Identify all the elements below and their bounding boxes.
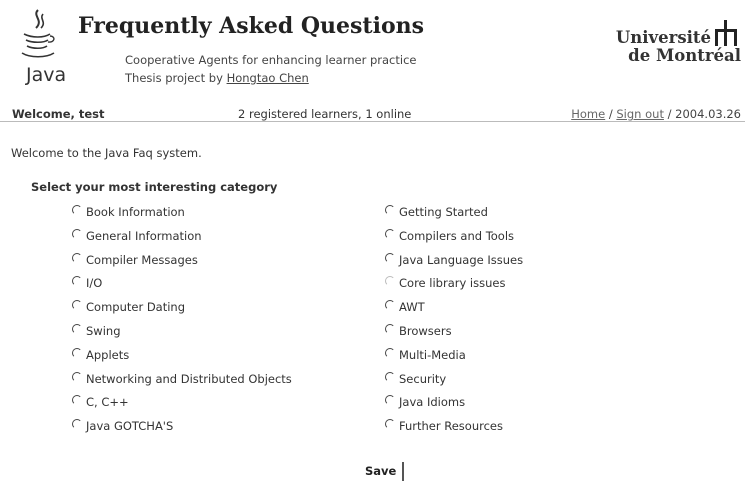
- radio-button[interactable]: [72, 300, 82, 311]
- category-label: Core library issues: [399, 276, 506, 291]
- radio-button[interactable]: [72, 276, 82, 287]
- category-label: Compilers and Tools: [399, 228, 515, 243]
- category-label: Compiler Messages: [86, 252, 198, 267]
- category-label: Networking and Distributed Objects: [86, 371, 292, 386]
- category-option[interactable]: Core library issues: [385, 276, 505, 290]
- radio-button[interactable]: [72, 419, 82, 430]
- byline: Thesis project by Hongtao Chen: [125, 71, 309, 85]
- category-label: I/O: [86, 276, 103, 291]
- welcome-user: Welcome, test: [12, 107, 105, 121]
- category-option[interactable]: Networking and Distributed Objects: [72, 371, 292, 386]
- radio-button[interactable]: [385, 419, 395, 430]
- page-subtitle: Cooperative Agents for enhancing learner…: [125, 53, 417, 67]
- category-option[interactable]: Getting Started: [385, 205, 488, 219]
- university-name-line2: de Montréal: [628, 46, 741, 65]
- page-title: Frequently Asked Questions: [78, 13, 425, 39]
- save-button[interactable]: Save: [359, 462, 405, 481]
- welcome-message: Welcome to the Java Faq system.: [11, 146, 202, 160]
- category-option[interactable]: Compiler Messages: [72, 252, 198, 267]
- home-link[interactable]: Home: [571, 107, 605, 121]
- category-option[interactable]: C, C++: [72, 395, 129, 409]
- radio-button[interactable]: [385, 324, 395, 334]
- category-option[interactable]: Compilers and Tools: [385, 228, 515, 243]
- category-option[interactable]: Browsers: [385, 324, 452, 338]
- radio-button[interactable]: [385, 228, 395, 239]
- category-label: C, C++: [86, 395, 129, 410]
- category-option[interactable]: Java Language Issues: [385, 252, 524, 267]
- coffee-cup-icon: [21, 9, 55, 58]
- category-option[interactable]: Security: [385, 371, 447, 386]
- category-label: General Information: [86, 228, 202, 243]
- radio-button[interactable]: [72, 252, 82, 263]
- radio-button[interactable]: [385, 300, 395, 311]
- university-line1-text: Université: [615, 28, 711, 47]
- radio-button[interactable]: [385, 371, 395, 382]
- category-label: Multi-Media: [399, 347, 466, 362]
- radio-button[interactable]: [385, 395, 395, 406]
- radio-button[interactable]: [385, 276, 395, 287]
- category-label: Computer Dating: [86, 300, 186, 315]
- category-option[interactable]: Further Resources: [385, 419, 503, 433]
- category-option[interactable]: Applets: [72, 347, 130, 362]
- category-label: Java GOTCHA'S: [86, 419, 174, 434]
- category-label: Getting Started: [399, 205, 488, 219]
- category-label: Swing: [86, 324, 121, 338]
- radio-button[interactable]: [72, 324, 82, 334]
- category-label: Further Resources: [399, 419, 503, 434]
- radio-button[interactable]: [72, 371, 82, 382]
- category-label: Book Information: [86, 205, 185, 219]
- university-emblem-icon: [715, 20, 737, 46]
- status-bar: Welcome, test 2 registered learners, 1 o…: [0, 100, 745, 122]
- nav-links: Home / Sign out / 2004.03.26: [571, 107, 741, 121]
- learner-count: 2 registered learners, 1 online: [238, 107, 412, 121]
- category-option[interactable]: Computer Dating: [72, 300, 185, 314]
- byline-prefix: Thesis project by: [125, 71, 223, 85]
- sign-out-link[interactable]: Sign out: [616, 107, 664, 121]
- category-heading: Select your most interesting category: [31, 180, 278, 194]
- java-logo: Java: [14, 6, 68, 88]
- radio-button[interactable]: [72, 347, 82, 358]
- nav-separator: /: [605, 107, 617, 121]
- author-link[interactable]: Hongtao Chen: [227, 71, 309, 85]
- category-option[interactable]: Multi-Media: [385, 347, 466, 362]
- nav-separator: /: [663, 107, 676, 121]
- category-option[interactable]: Java Idioms: [385, 395, 465, 409]
- radio-button[interactable]: [385, 347, 395, 358]
- page-header: Java Frequently Asked Questions Cooperat…: [0, 0, 745, 96]
- category-option[interactable]: Java GOTCHA'S: [72, 419, 173, 433]
- radio-button[interactable]: [385, 252, 395, 263]
- radio-button[interactable]: [72, 228, 82, 239]
- category-label: Applets: [86, 347, 130, 362]
- category-label: Java Idioms: [399, 395, 466, 410]
- category-option[interactable]: Swing: [72, 324, 121, 338]
- category-option[interactable]: Book Information: [72, 205, 185, 219]
- radio-button[interactable]: [72, 205, 82, 215]
- radio-button[interactable]: [72, 395, 82, 406]
- category-label: Java Language Issues: [399, 252, 524, 267]
- category-label: Browsers: [399, 324, 452, 338]
- category-option[interactable]: General Information: [72, 228, 202, 243]
- current-date: 2004.03.26: [675, 107, 741, 121]
- category-option[interactable]: AWT: [385, 300, 425, 314]
- radio-button[interactable]: [385, 205, 395, 215]
- category-option[interactable]: I/O: [72, 276, 102, 290]
- category-label: Security: [399, 371, 447, 386]
- status-divider: [0, 121, 745, 122]
- java-logo-text: Java: [26, 64, 67, 86]
- category-label: AWT: [399, 300, 425, 315]
